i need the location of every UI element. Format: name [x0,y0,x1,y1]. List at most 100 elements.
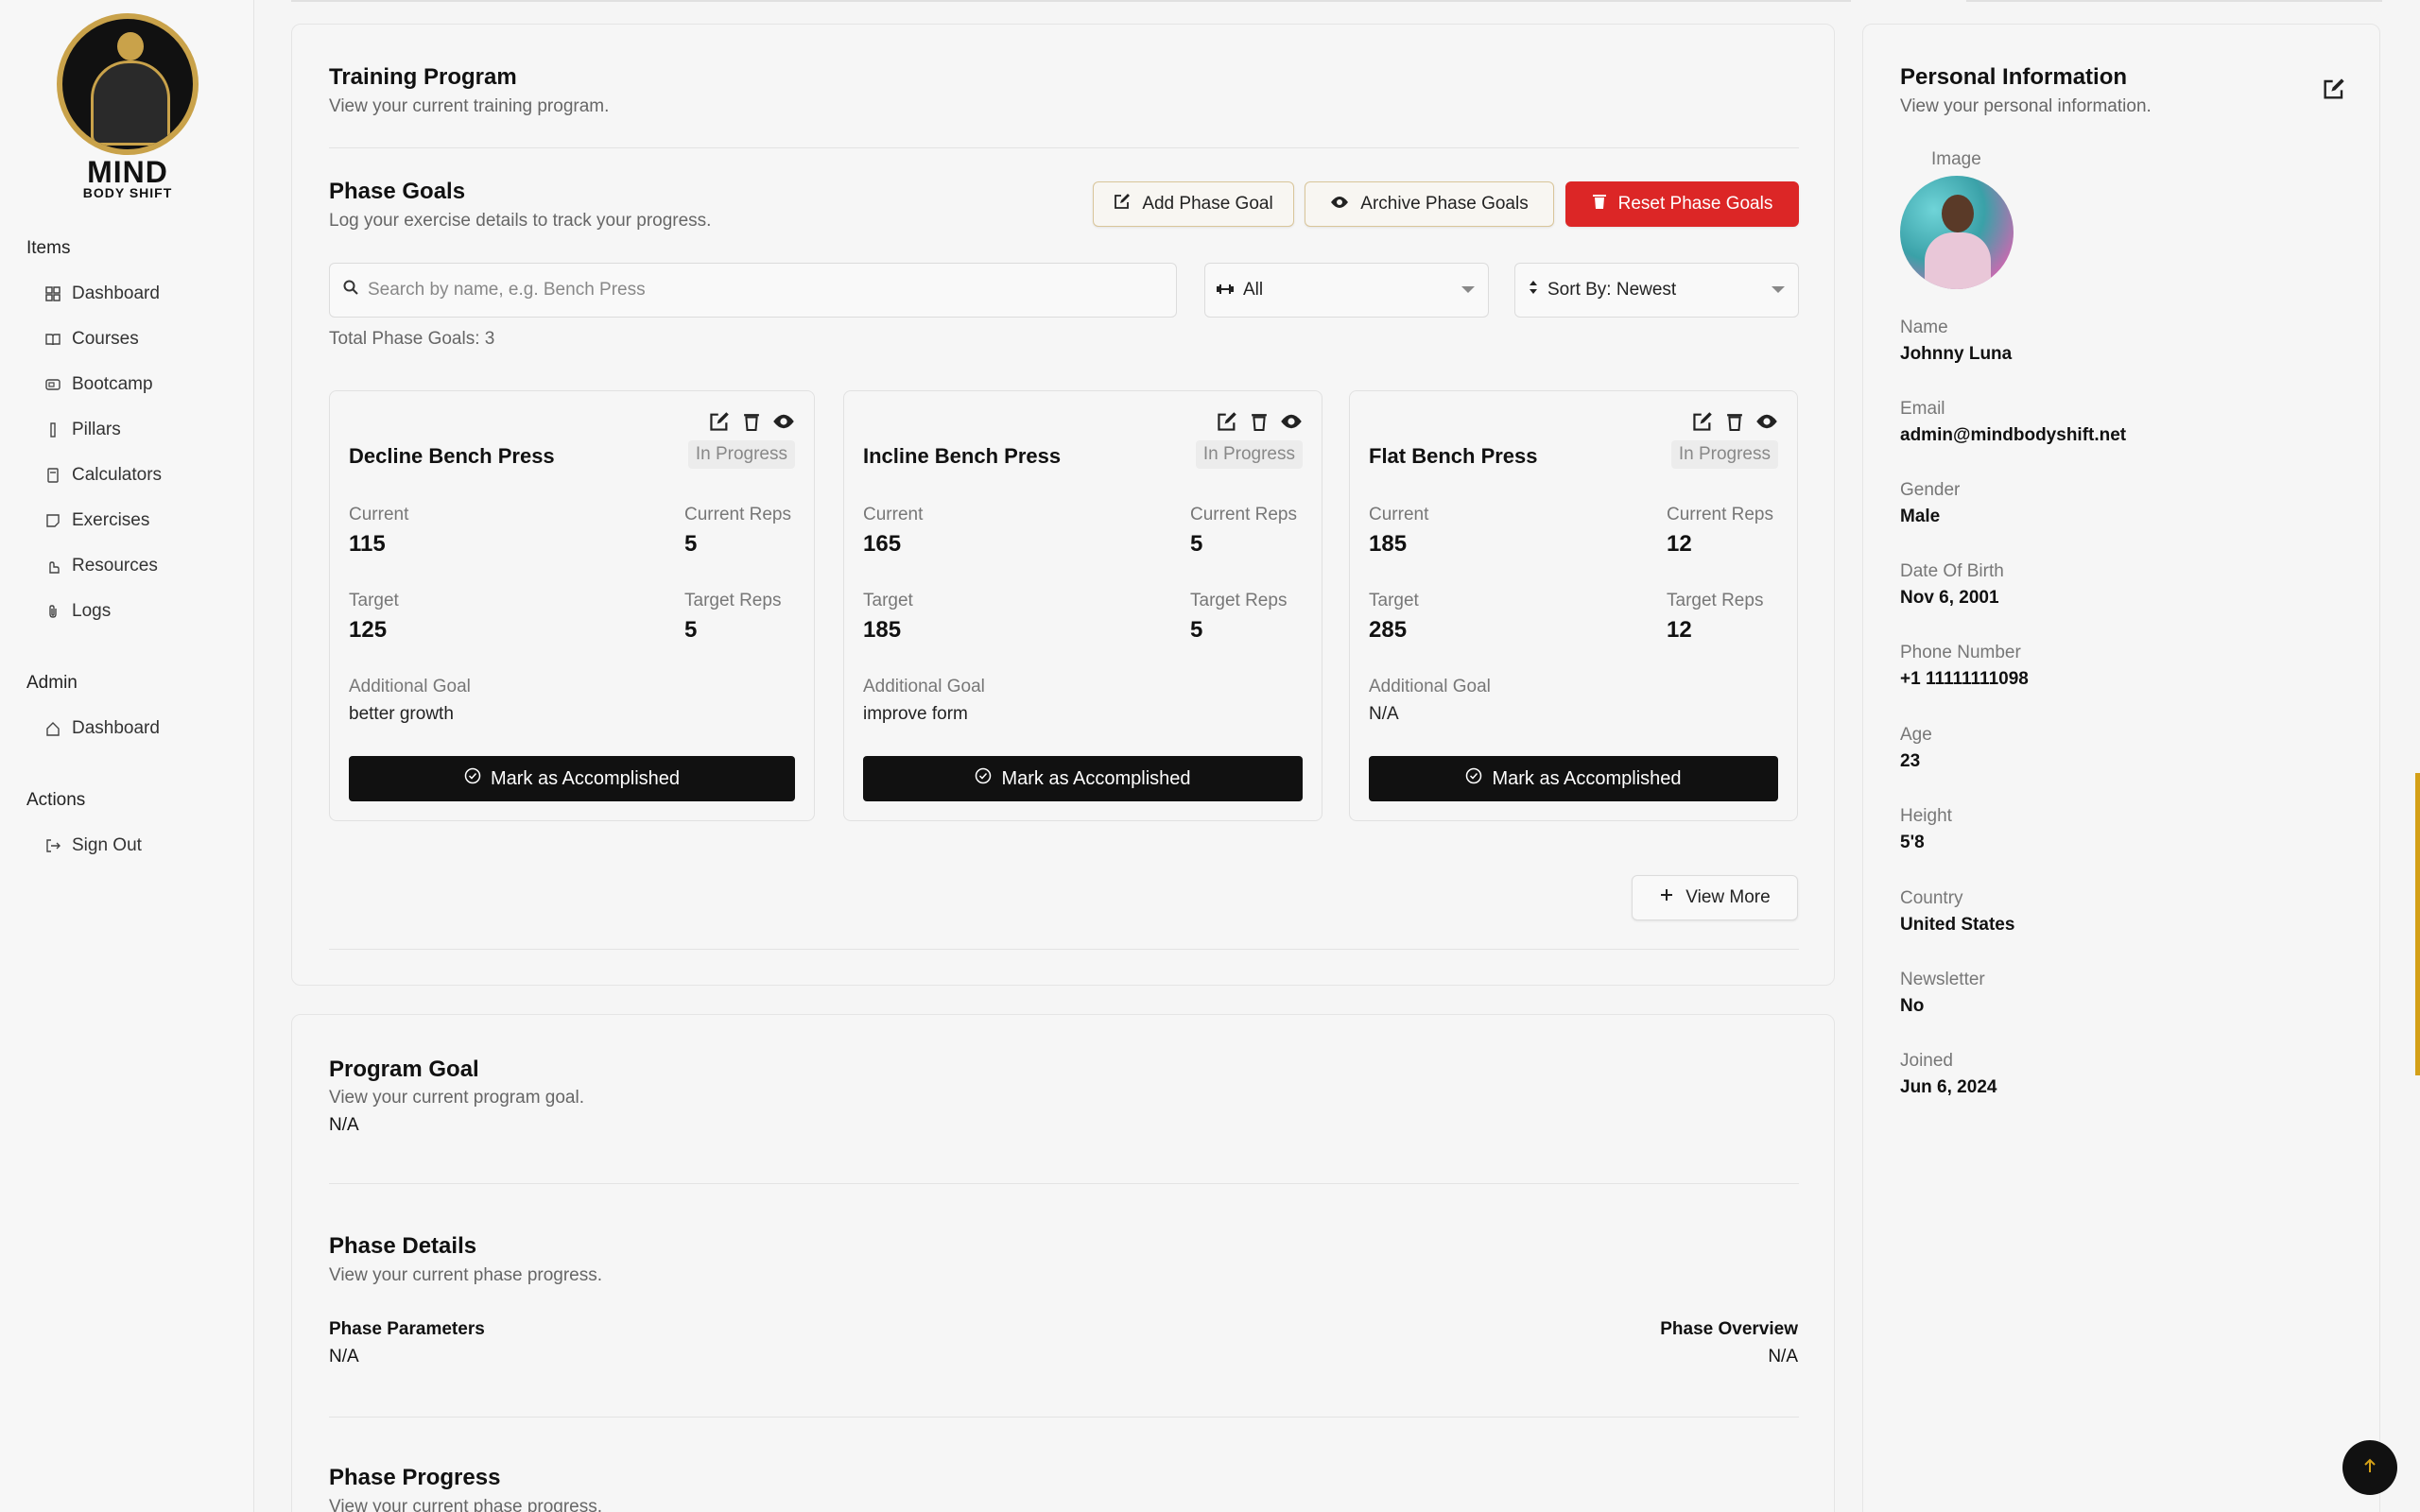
brand-word-sub: BODY SHIFT [82,185,173,200]
view-more-label: View More [1685,887,1771,907]
target-value: 285 [1369,617,1408,643]
book-icon [45,332,60,347]
sidebar-item-exercises[interactable]: Exercises [45,510,149,531]
eye-icon[interactable] [1280,410,1303,433]
phase-goals-title: Phase Goals [329,179,466,204]
current-value: 185 [1369,531,1408,557]
joined-label: Joined [1900,1051,1953,1071]
country-value: United States [1900,915,2015,935]
sidebar-item-label: Logs [72,601,112,621]
current-reps-label: Current Reps [1667,505,1773,524]
sidebar-item-dashboard[interactable]: Dashboard [45,284,160,304]
sidebar-item-label: Dashboard [72,284,160,303]
goal-name: Incline Bench Press [863,444,1062,468]
home-icon [45,721,60,736]
eye-icon[interactable] [772,410,795,433]
goal-card: Incline Bench Press In Progress Current … [843,390,1322,821]
current-reps-label: Current Reps [1190,505,1297,524]
sidebar-item-bootcamp[interactable]: Bootcamp [45,374,153,395]
target-reps-value: 5 [684,617,698,643]
mark-accomplished-button[interactable]: Mark as Accomplished [863,756,1303,801]
sidebar-item-label: Exercises [72,510,150,530]
sign-out-icon [45,838,60,853]
reset-phase-goals-button[interactable]: Reset Phase Goals [1565,181,1799,227]
nav-section-items: Items [26,238,71,258]
name-value: Johnny Luna [1900,344,2013,364]
dob-label: Date Of Birth [1900,561,2004,581]
goal-card: Flat Bench Press In Progress Current 185… [1349,390,1798,821]
top-divider [291,0,1851,2]
sidebar-item-label: Bootcamp [72,374,153,394]
personal-info-card: Personal Information View your personal … [1862,24,2380,1512]
current-label: Current [1369,505,1429,524]
trash-icon[interactable] [1723,410,1746,433]
age-label: Age [1900,725,1932,745]
mark-accomplished-label: Mark as Accomplished [1492,767,1682,789]
sidebar-item-label: Courses [72,329,139,349]
personal-info-title: Personal Information [1900,64,2128,90]
check-circle-icon [975,767,992,790]
status-badge: In Progress [1195,440,1303,469]
sidebar-item-calculators[interactable]: Calculators [45,465,162,486]
eye-icon[interactable] [1755,410,1778,433]
add-phase-goal-button[interactable]: Add Phase Goal [1093,181,1294,227]
plus-icon [1659,887,1674,908]
height-label: Height [1900,806,1952,826]
sidebar-item-admin-dashboard[interactable]: Dashboard [45,718,160,739]
check-circle-icon [1465,767,1482,790]
height-value: 5'8 [1900,833,1925,852]
target-label: Target [1369,591,1419,610]
sidebar-item-courses[interactable]: Courses [45,329,139,350]
divider [329,1417,1799,1418]
sidebar-item-label: Pillars [72,420,121,439]
sort-select[interactable]: Sort By: Newest [1514,263,1799,318]
search-icon [343,280,358,301]
target-reps-label: Target Reps [1667,591,1764,610]
sidebar-item-pillars[interactable]: Pillars [45,420,121,440]
goal-name: Decline Bench Press [349,444,555,468]
mark-accomplished-button[interactable]: Mark as Accomplished [1369,756,1778,801]
scrollbar-thumb[interactable] [2415,773,2420,1075]
total-phase-goals: Total Phase Goals: 3 [329,329,495,349]
sidebar-item-resources[interactable]: Resources [45,556,158,576]
edit-icon[interactable] [1216,410,1238,433]
program-goal-subtitle: View your current program goal. [329,1088,584,1108]
edit-icon[interactable] [2323,77,2345,105]
edit-icon[interactable] [708,410,731,433]
target-label: Target [349,591,399,610]
edit-icon[interactable] [1691,410,1714,433]
brand-logo[interactable]: MIND BODY SHIFT [53,13,202,200]
sidebar-item-sign-out[interactable]: Sign Out [45,835,142,856]
scroll-to-top-button[interactable] [2342,1440,2397,1495]
archive-phase-goals-button[interactable]: Archive Phase Goals [1305,181,1554,227]
mark-accomplished-button[interactable]: Mark as Accomplished [349,756,795,801]
trash-icon[interactable] [1248,410,1270,433]
target-reps-label: Target Reps [684,591,782,610]
sidebar-item-logs[interactable]: Logs [45,601,111,622]
email-label: Email [1900,399,1945,419]
newsletter-label: Newsletter [1900,970,1985,989]
filter-select[interactable]: All [1204,263,1489,318]
reset-phase-goals-label: Reset Phase Goals [1617,194,1773,214]
target-value: 185 [863,617,902,643]
goal-card: Decline Bench Press In Progress Current … [329,390,815,821]
additional-goal-label: Additional Goal [349,677,471,696]
newsletter-value: No [1900,996,1925,1016]
trash-icon[interactable] [740,410,763,433]
sort-icon [1529,280,1538,301]
target-reps-value: 5 [1190,617,1203,643]
phone-label: Phone Number [1900,643,2021,662]
image-label: Image [1931,149,1981,169]
sort-value: Sort By: Newest [1547,280,1677,300]
hand-icon [45,558,60,574]
eye-icon [1330,194,1349,215]
chevron-down-icon [1772,286,1785,293]
target-label: Target [863,591,913,610]
search-field[interactable]: Search by name, e.g. Bench Press [329,263,1177,318]
archive-phase-goals-label: Archive Phase Goals [1360,194,1529,214]
current-reps-value: 5 [684,531,698,557]
search-input[interactable]: Search by name, e.g. Bench Press [368,280,646,301]
current-label: Current [863,505,924,524]
divider [329,949,1799,950]
view-more-button[interactable]: View More [1632,875,1798,920]
